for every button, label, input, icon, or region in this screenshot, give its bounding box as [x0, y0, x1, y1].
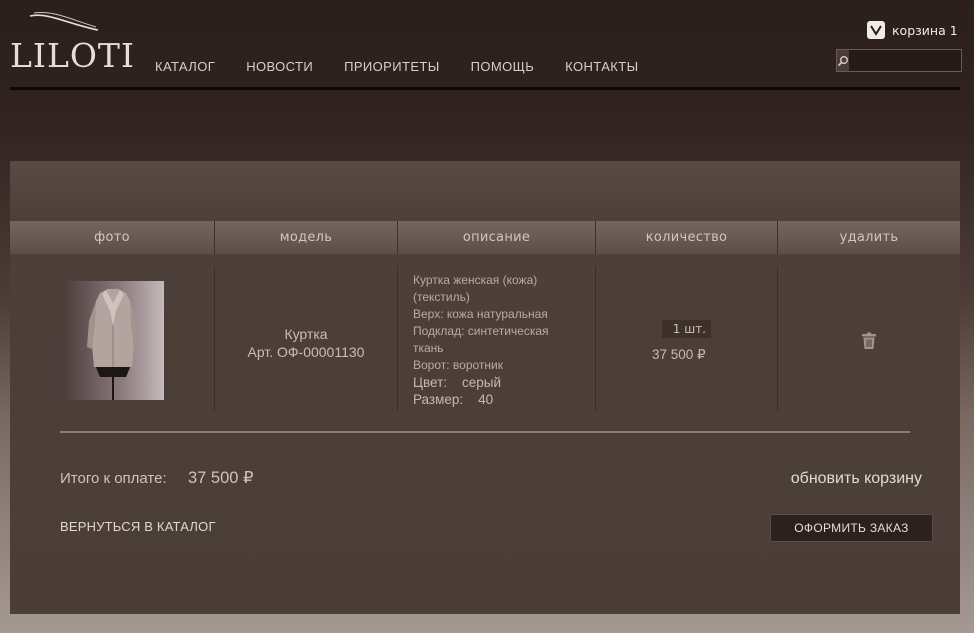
total-label: Итого к оплате:: [60, 470, 167, 487]
cart-label: корзина 1: [892, 22, 958, 38]
cart-panel: фото модель описание количество удалить: [10, 161, 960, 614]
back-to-catalog-link[interactable]: ВЕРНУТЬСЯ В КАТАЛОГ: [60, 519, 216, 534]
table-row: Куртка Арт. ОФ-00001130 Куртка женская (…: [10, 266, 960, 411]
model-cell: Куртка Арт. ОФ-00001130: [215, 266, 398, 411]
product-photo[interactable]: [62, 281, 164, 400]
photo-cell: [10, 266, 215, 411]
delete-cell: [778, 266, 960, 411]
color-row: Цвет: серый: [413, 374, 595, 391]
column-header-photo: фото: [10, 221, 215, 254]
color-label: Цвет:: [413, 375, 448, 390]
search-icon: [837, 55, 848, 66]
header-divider: [10, 87, 960, 90]
model-article: Арт. ОФ-00001130: [247, 344, 365, 360]
logo-swoosh-icon: [29, 11, 99, 31]
total-value: 37 500 ₽: [188, 469, 254, 487]
column-header-description: описание: [398, 221, 596, 254]
cart-table-header: фото модель описание количество удалить: [10, 221, 960, 254]
jacket-image: [87, 289, 139, 400]
color-value: серый: [462, 375, 502, 390]
size-label: Размер:: [413, 392, 464, 407]
quantity-cell: 1 шт. 37 500 ₽: [596, 266, 778, 411]
size-row: Размер: 40: [413, 391, 595, 408]
update-cart-link[interactable]: обновить корзину: [791, 470, 922, 488]
description-line: Подклад: синтетическая: [413, 324, 549, 338]
cart-icon: [867, 21, 885, 39]
description-line: Верх: кожа натуральная: [413, 307, 548, 321]
nav-item-catalog[interactable]: КАТАЛОГ: [155, 59, 215, 74]
item-price: 37 500 ₽: [652, 347, 706, 362]
size-value: 40: [478, 392, 494, 407]
column-header-delete: удалить: [839, 230, 899, 245]
description-line: Ворот: воротник: [413, 358, 503, 372]
description-cell: Куртка женская (кожа) (текстиль) Верх: к…: [398, 266, 596, 411]
logo[interactable]: LILOTI: [10, 36, 135, 75]
nav-item-priorities[interactable]: ПРИОРИТЕТЫ: [344, 59, 440, 74]
search-input[interactable]: [849, 50, 974, 71]
main-nav: КАТАЛОГ НОВОСТИ ПРИОРИТЕТЫ ПОМОЩЬ КОНТАК…: [155, 59, 670, 74]
description-line: ткань: [413, 341, 444, 355]
nav-item-news[interactable]: НОВОСТИ: [246, 59, 313, 74]
nav-item-help[interactable]: ПОМОЩЬ: [471, 59, 535, 74]
description-line: (текстиль): [413, 290, 470, 304]
description-line: Куртка женская (кожа): [413, 273, 538, 287]
cart-link[interactable]: корзина 1: [866, 20, 958, 40]
column-header-model: модель: [215, 221, 398, 254]
column-header-quantity: количество: [596, 221, 778, 254]
trash-icon[interactable]: [861, 332, 877, 350]
checkout-button[interactable]: ОФОРМИТЬ ЗАКАЗ: [770, 514, 933, 542]
quantity-field[interactable]: 1 шт.: [662, 320, 711, 338]
model-name[interactable]: Куртка: [215, 325, 397, 343]
search-box: [836, 49, 974, 72]
summary-divider: [60, 431, 910, 433]
search-button[interactable]: [837, 50, 849, 71]
nav-item-contacts[interactable]: КОНТАКТЫ: [565, 59, 638, 74]
